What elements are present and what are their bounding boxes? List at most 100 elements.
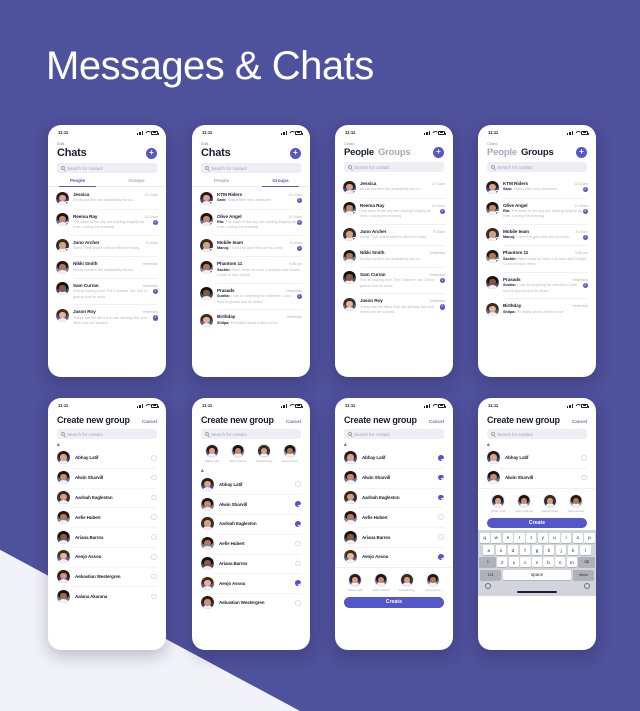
search-input[interactable]: Search for contact bbox=[57, 429, 157, 439]
chat-list-item[interactable]: Juno Archer 9:10am Sorry. That sheet need … bbox=[343, 223, 445, 246]
tab-groups[interactable]: Groups bbox=[251, 178, 310, 187]
key-p[interactable]: p bbox=[584, 532, 595, 543]
contact-list-item[interactable]: Ariana Barros bbox=[192, 553, 310, 574]
key-c[interactable]: c bbox=[520, 557, 531, 568]
key-g[interactable]: g bbox=[531, 545, 543, 556]
segment-people[interactable]: People bbox=[344, 147, 374, 158]
segmented-control[interactable]: People Groups bbox=[487, 147, 554, 158]
tab-people[interactable]: People bbox=[48, 178, 107, 187]
contact-list-item[interactable]: Abhay Latif bbox=[478, 448, 596, 468]
chat-list-item[interactable]: Phantom 11 9:06 pm Sachin: Went head on ha… bbox=[486, 245, 588, 271]
segment-people[interactable]: People bbox=[487, 147, 517, 158]
edit-button[interactable]: Edit bbox=[57, 141, 157, 146]
key-u[interactable]: u bbox=[549, 532, 560, 543]
key-l[interactable]: l bbox=[579, 545, 591, 556]
chat-list-item[interactable]: Sam Curran Yesterday She is looking over T… bbox=[343, 266, 445, 293]
contact-checkbox[interactable] bbox=[438, 554, 444, 560]
contact-checkbox[interactable] bbox=[151, 514, 157, 521]
chat-list-item[interactable]: Birthday Yesterday Shilpa: Probably about … bbox=[486, 298, 588, 320]
search-input[interactable]: Search for contact bbox=[201, 429, 301, 439]
key-n[interactable]: n bbox=[555, 557, 566, 568]
chat-list-item[interactable]: Prasads Yesterday Sunita: I can do anythin… bbox=[200, 282, 302, 309]
contact-list-item[interactable]: Aebastian Westergren bbox=[48, 566, 166, 587]
contact-list-item[interactable]: Aenjo Assou bbox=[335, 546, 453, 567]
contact-list-item[interactable]: Ariana Barros bbox=[48, 527, 166, 547]
selected-contact-chip[interactable]: Abhay Latif bbox=[488, 493, 508, 513]
create-button[interactable]: Create bbox=[487, 517, 587, 529]
chat-list-item[interactable]: KTM Riders 12:11am Sam: Status filter was … bbox=[486, 176, 588, 198]
key-t[interactable]: t bbox=[526, 532, 537, 543]
contact-checkbox[interactable] bbox=[438, 534, 444, 540]
key-x[interactable]: x bbox=[508, 557, 519, 568]
cancel-button[interactable]: Cancel bbox=[286, 419, 301, 424]
cancel-button[interactable]: Cancel bbox=[429, 419, 444, 424]
create-button[interactable]: Create bbox=[344, 597, 444, 608]
selected-contact-chip[interactable]: Aarleah Eag. bbox=[397, 572, 417, 592]
new-chat-button[interactable]: + bbox=[433, 147, 444, 158]
return-key[interactable]: return bbox=[572, 569, 595, 580]
backspace-key[interactable]: ⌫ bbox=[578, 557, 595, 568]
numbers-key[interactable]: 123 bbox=[479, 569, 502, 580]
contact-list-item[interactable]: Alwin Sharvill bbox=[192, 494, 310, 514]
contact-checkbox[interactable] bbox=[438, 455, 444, 461]
chat-list-item[interactable]: Jessica 12:11am Kindly confirm the availab… bbox=[56, 187, 158, 209]
chat-list-item[interactable]: Mobile team 9:10am Manoj: I love the grid … bbox=[486, 223, 588, 246]
contact-list-item[interactable]: Aenjo Assou bbox=[192, 573, 310, 593]
new-chat-button[interactable]: + bbox=[576, 147, 587, 158]
chat-list-item[interactable]: Jessica 12:11am Kindly confirm the availab… bbox=[343, 176, 445, 198]
tab-people[interactable]: People bbox=[192, 178, 251, 186]
key-w[interactable]: w bbox=[491, 532, 502, 543]
key-k[interactable]: k bbox=[567, 545, 579, 556]
chat-list-item[interactable]: Prasads Yesterday Sunita: I can do anythin… bbox=[486, 271, 588, 298]
cancel-button[interactable]: Cancel bbox=[572, 419, 587, 424]
contact-list-item[interactable]: Aalana Akarana bbox=[48, 586, 166, 606]
selected-contact-chip[interactable]: Aenjo Assou bbox=[566, 493, 586, 513]
contact-checkbox[interactable] bbox=[438, 514, 444, 521]
chat-list-item[interactable]: Birthday Yesterday Shilpa: Probably about … bbox=[200, 309, 302, 331]
cancel-button[interactable]: Cancel bbox=[142, 419, 157, 424]
contact-list-item[interactable]: Aarleah Eagleston bbox=[48, 487, 166, 508]
chat-list-item[interactable]: Phantom 11 9:06 pm Sachin: Went head on ha… bbox=[200, 256, 302, 282]
key-h[interactable]: h bbox=[543, 545, 555, 556]
contact-checkbox[interactable] bbox=[295, 521, 301, 527]
key-i[interactable]: i bbox=[560, 532, 572, 543]
chat-list-item[interactable]: Juno Archer 9:10am Sorry. That sheet need … bbox=[56, 234, 158, 257]
contact-list-item[interactable]: Aefie Hubert bbox=[335, 507, 453, 527]
contact-checkbox[interactable] bbox=[295, 481, 301, 488]
chat-list-item[interactable]: Reema Ray 11:10am The stars in the sky are… bbox=[56, 208, 158, 235]
selected-contact-chip[interactable]: Alwin Sharvill bbox=[228, 444, 248, 463]
chat-list-item[interactable]: Sam Curran Yesterday She is looking over T… bbox=[56, 277, 158, 304]
tab-groups[interactable]: Groups bbox=[107, 178, 166, 186]
contact-checkbox[interactable] bbox=[295, 580, 301, 586]
search-input[interactable]: Search for contact bbox=[344, 429, 444, 439]
contact-list-item[interactable]: Aefie Hubert bbox=[48, 507, 166, 527]
chat-list-item[interactable]: Jason Roy Yesterday These are the films th… bbox=[343, 293, 445, 319]
chat-list-item[interactable]: Olive Angel 11:10am Ria: The stars in the … bbox=[486, 197, 588, 224]
chat-list-item[interactable]: Mobile team 9:10am Manoj: I love the grid … bbox=[200, 234, 302, 257]
key-v[interactable]: v bbox=[531, 557, 543, 568]
contact-list-item[interactable]: Aefie Hubert bbox=[192, 533, 310, 554]
search-input[interactable]: Search for contact bbox=[344, 162, 444, 172]
search-input[interactable]: Search for contact bbox=[487, 162, 587, 172]
chat-list-item[interactable]: Reema Ray 11:10am The stars in the sky are… bbox=[343, 197, 445, 224]
key-o[interactable]: o bbox=[572, 532, 583, 543]
chat-list-item[interactable]: Jason Roy Yesterday These are the films th… bbox=[56, 304, 158, 330]
contact-checkbox[interactable] bbox=[295, 501, 301, 507]
chat-list-item[interactable]: KTM Riders 12:11am Sam: Status filter was … bbox=[200, 187, 302, 209]
contact-checkbox[interactable] bbox=[151, 593, 157, 600]
selected-contact-chip[interactable]: Alwin Sharvill bbox=[514, 493, 534, 513]
key-f[interactable]: f bbox=[519, 545, 531, 556]
edit-button[interactable]: Edit bbox=[201, 141, 301, 146]
key-s[interactable]: s bbox=[495, 545, 507, 556]
key-a[interactable]: a bbox=[483, 545, 495, 556]
contact-checkbox[interactable] bbox=[151, 494, 157, 501]
contact-list-item[interactable]: Ariana Barros bbox=[335, 527, 453, 547]
key-d[interactable]: d bbox=[507, 545, 519, 556]
selected-contact-chip[interactable]: Abhay Latif bbox=[345, 572, 365, 592]
key-e[interactable]: e bbox=[502, 532, 514, 543]
contact-checkbox[interactable] bbox=[151, 455, 157, 461]
emoji-icon[interactable] bbox=[484, 582, 491, 589]
on-screen-keyboard[interactable]: q w e r t y u i o p a s d f g h j k l ⇧ z x c v b n m ⌫ 123 space retu… bbox=[478, 530, 596, 597]
contact-checkbox[interactable] bbox=[581, 474, 587, 481]
contact-checkbox[interactable] bbox=[438, 474, 444, 481]
